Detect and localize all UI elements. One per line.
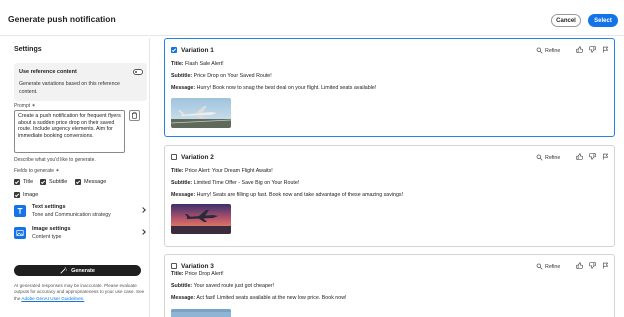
prompt-help: Describe what you'd like to generate.	[14, 157, 96, 163]
reference-content-box: Use reference content Generate variation…	[14, 63, 147, 101]
title-checkbox-label: Title	[23, 179, 34, 185]
message-label: Message:	[171, 85, 196, 91]
generate-button[interactable]: Generate	[14, 265, 141, 276]
image-icon	[14, 227, 26, 239]
header: Generate push notification Cancel Select	[0, 0, 624, 36]
image-settings-title: Image settings	[32, 226, 71, 232]
variation-subtitle: Your saved route just got cheaper!	[193, 283, 275, 289]
message-checkbox[interactable]	[75, 179, 81, 185]
variation-title-line: Title: Price Alert: Your Dream Flight Aw…	[171, 168, 273, 174]
variation-message-line: Message: Hurry! Book now to snag the bes…	[171, 85, 376, 91]
subtitle-label: Subtitle:	[171, 73, 193, 79]
prompt-input[interactable]: Create a push notification for frequent …	[14, 110, 125, 153]
chevron-right-icon	[140, 229, 146, 235]
chevron-right-icon	[140, 207, 146, 213]
reference-toggle[interactable]	[133, 69, 143, 75]
reference-title: Use reference content	[19, 69, 77, 75]
variation-image	[171, 309, 231, 317]
variation-image	[171, 98, 231, 128]
variation-card[interactable]: Variation 3 Refine Title: Price Drop Ale…	[164, 254, 615, 317]
title-label: Title:	[171, 168, 184, 174]
variation-name: Variation 3	[181, 263, 214, 270]
variation-name: Variation 2	[181, 154, 214, 161]
message-checkbox-label: Message	[84, 179, 107, 185]
flag-icon[interactable]	[602, 262, 609, 269]
refine-icon	[536, 154, 543, 161]
refine-button[interactable]: Refine	[536, 47, 560, 54]
variation-subtitle: Limited Time Offer - Save Big on Your Ro…	[193, 180, 300, 186]
refine-icon	[536, 47, 543, 54]
reference-description: Generate variations based on this refere…	[19, 81, 120, 95]
variation-subtitle-line: Subtitle: Price Drop on Your Saved Route…	[171, 73, 272, 79]
variation-checkbox[interactable]	[171, 154, 177, 160]
generate-label: Generate	[71, 267, 95, 274]
variation-title-line: Title: Flash Sale Alert!	[171, 61, 224, 67]
thumbs-up-icon[interactable]	[576, 46, 583, 53]
variation-message: Act fast! Limited seats available at the…	[196, 295, 347, 301]
subtitle-label: Subtitle:	[171, 180, 193, 186]
text-settings-description: Tone and Communication strategy	[32, 212, 111, 218]
thumbs-up-icon[interactable]	[576, 153, 583, 160]
subtitle-checkbox[interactable]	[40, 179, 46, 185]
flag-icon[interactable]	[602, 153, 609, 160]
title-label: Title:	[171, 271, 184, 277]
refine-label: Refine	[545, 154, 561, 161]
image-checkbox[interactable]	[14, 192, 20, 198]
prompt-label: Prompt ✶	[14, 103, 36, 109]
page-title: Generate push notification	[8, 14, 116, 24]
paste-icon	[132, 112, 137, 119]
refine-label: Refine	[545, 263, 561, 270]
message-label: Message:	[171, 192, 196, 198]
variation-title: Flash Sale Alert!	[185, 61, 224, 67]
variation-image	[171, 204, 231, 234]
ai-disclaimer: AI generated responses may be inaccurate…	[14, 283, 147, 302]
card-actions	[576, 262, 609, 269]
message-label: Message:	[171, 295, 196, 301]
thumbs-down-icon[interactable]	[589, 46, 596, 53]
text-icon	[14, 205, 26, 217]
magic-wand-icon	[60, 267, 67, 274]
text-settings-title: Text settings	[32, 204, 66, 210]
text-settings-row[interactable]: Text settings Tone and Communication str…	[14, 204, 147, 222]
title-label: Title:	[171, 61, 184, 67]
select-button[interactable]: Select	[588, 14, 618, 27]
fields-label: Fields to generate ✶	[14, 168, 60, 174]
subtitle-checkbox-label: Subtitle	[49, 179, 68, 185]
subtitle-label: Subtitle:	[171, 283, 193, 289]
variation-title: Price Alert: Your Dream Flight Awaits!	[185, 168, 273, 174]
variation-message-line: Message: Hurry! Seats are filling up fas…	[171, 192, 403, 198]
flag-icon[interactable]	[602, 46, 609, 53]
variation-name: Variation 1	[181, 47, 214, 54]
settings-title: Settings	[14, 46, 42, 53]
image-settings-description: Content type	[32, 234, 62, 240]
refine-icon	[536, 263, 543, 270]
variation-checkbox[interactable]	[171, 263, 177, 269]
variation-title: Price Drop Alert!	[185, 271, 224, 277]
variation-subtitle-line: Subtitle: Limited Time Offer - Save Big …	[171, 180, 299, 186]
variation-subtitle-line: Subtitle: Your saved route just got chea…	[171, 283, 274, 289]
variation-message: Hurry! Seats are filling up fast. Book n…	[196, 192, 404, 198]
refine-button[interactable]: Refine	[536, 263, 560, 270]
thumbs-down-icon[interactable]	[589, 153, 596, 160]
thumbs-down-icon[interactable]	[589, 262, 596, 269]
card-actions	[576, 153, 609, 160]
variation-message: Hurry! Book now to snag the best deal on…	[196, 85, 377, 91]
settings-panel: Settings Use reference content Generate …	[7, 38, 150, 317]
variation-card[interactable]: Variation 2 Refine Title: Price Alert: Y…	[164, 145, 615, 247]
variation-card[interactable]: Variation 1 Refine Title: Flash Sale Ale…	[164, 38, 615, 137]
card-actions	[576, 46, 609, 53]
guidelines-link[interactable]: Adobe GenAI User Guidelines.	[21, 296, 84, 301]
thumbs-up-icon[interactable]	[576, 262, 583, 269]
cancel-button[interactable]: Cancel	[551, 14, 581, 27]
image-checkbox-label: Image	[23, 192, 39, 198]
variation-message-line: Message: Act fast! Limited seats availab…	[171, 295, 347, 301]
refine-button[interactable]: Refine	[536, 154, 560, 161]
variation-subtitle: Price Drop on Your Saved Route!	[193, 73, 272, 79]
variation-checkbox[interactable]	[171, 47, 177, 53]
variation-title-line: Title: Price Drop Alert!	[171, 271, 224, 277]
image-settings-row[interactable]: Image settings Content type	[14, 226, 147, 244]
paste-button[interactable]	[129, 110, 140, 121]
title-checkbox[interactable]	[14, 179, 20, 185]
refine-label: Refine	[545, 47, 561, 54]
